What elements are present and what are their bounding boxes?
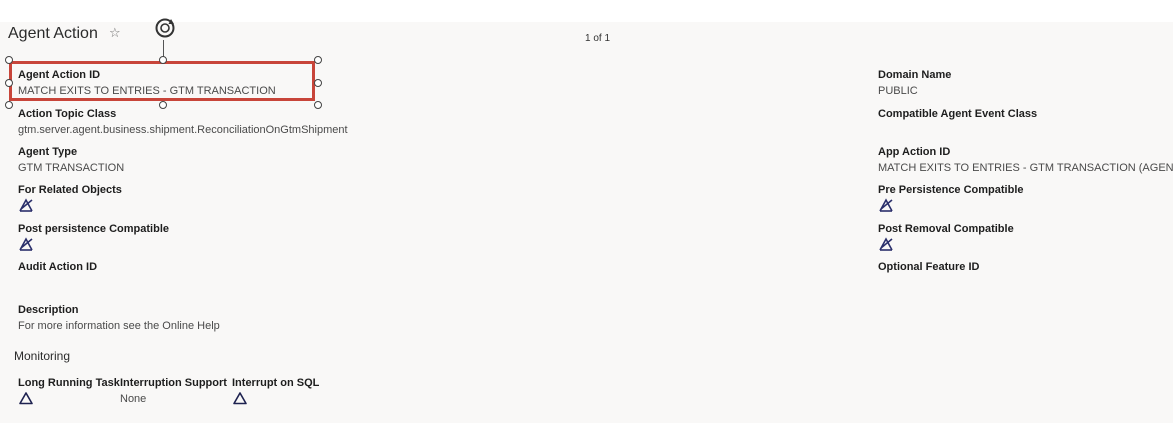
field-interruption-support: Interruption Support None <box>120 376 227 406</box>
resize-handle-bottom-left[interactable] <box>5 101 13 109</box>
triangle-outline-icon <box>233 392 247 405</box>
star-icon[interactable]: ☆ <box>109 25 121 41</box>
resize-handle-left[interactable] <box>5 79 13 87</box>
unchecked-icon <box>19 198 33 212</box>
field-label: Interrupt on SQL <box>232 377 320 389</box>
field-value: For more information see the Online Help <box>18 320 220 332</box>
field-long-running-task: Long Running Task <box>18 376 120 410</box>
field-description: Description For more information see the… <box>18 303 220 333</box>
field-label: Interruption Support <box>120 377 227 389</box>
field-value: gtm.server.agent.business.shipment.Recon… <box>18 124 348 136</box>
field-agent-type: Agent Type GTM TRANSACTION <box>18 145 124 175</box>
field-label: Description <box>18 304 79 316</box>
resize-handle-top[interactable] <box>159 56 167 64</box>
field-label: Audit Action ID <box>18 261 98 273</box>
field-label: Long Running Task <box>18 377 120 389</box>
field-value: GTM TRANSACTION <box>18 162 125 174</box>
unchecked-icon <box>879 198 893 212</box>
field-value: None <box>120 393 147 405</box>
field-label: Post persistence Compatible <box>18 223 169 235</box>
field-interrupt-on-sql: Interrupt on SQL <box>232 376 319 410</box>
rotate-icon[interactable] <box>153 16 177 40</box>
resize-handle-right[interactable] <box>314 79 322 87</box>
field-label: For Related Objects <box>18 184 122 196</box>
triangle-outline-icon <box>19 392 33 405</box>
field-label: Optional Feature ID <box>878 261 980 273</box>
unchecked-icon <box>19 237 33 251</box>
field-value: MATCH EXITS TO ENTRIES - GTM TRANSACTION… <box>878 162 1173 174</box>
field-pre-persistence-compatible: Pre Persistence Compatible <box>878 183 1024 217</box>
field-label: Compatible Agent Event Class <box>878 108 1038 120</box>
field-optional-feature-id: Optional Feature ID <box>878 260 979 276</box>
field-value: PUBLIC <box>878 85 918 97</box>
unchecked-icon <box>879 237 893 251</box>
field-label: Action Topic Class <box>18 108 117 120</box>
field-audit-action-id: Audit Action ID <box>18 260 97 276</box>
resize-handle-bottom-right[interactable] <box>314 101 322 109</box>
page-title: Agent Action <box>8 25 98 42</box>
resize-handle-top-right[interactable] <box>314 56 322 64</box>
field-post-removal-compatible: Post Removal Compatible <box>878 222 1014 256</box>
field-post-persistence-compatible: Post persistence Compatible <box>18 222 169 256</box>
field-label: App Action ID <box>878 146 951 158</box>
field-label: Agent Type <box>18 146 78 158</box>
resize-handle-bottom[interactable] <box>159 101 167 109</box>
field-domain-name: Domain Name PUBLIC <box>878 68 951 98</box>
field-label: Domain Name <box>878 69 952 81</box>
field-action-topic-class: Action Topic Class gtm.server.agent.busi… <box>18 107 348 137</box>
section-title-monitoring: Monitoring <box>14 349 71 363</box>
selection-box[interactable] <box>9 61 315 101</box>
pager: 1 of 1 <box>585 33 611 44</box>
field-compatible-agent-event-class: Compatible Agent Event Class <box>878 107 1037 123</box>
field-label: Post Removal Compatible <box>878 223 1014 235</box>
field-app-action-id: App Action ID MATCH EXITS TO ENTRIES - G… <box>878 145 1173 175</box>
resize-handle-top-left[interactable] <box>5 56 13 64</box>
field-for-related-objects: For Related Objects <box>18 183 122 217</box>
field-label: Pre Persistence Compatible <box>878 184 1024 196</box>
